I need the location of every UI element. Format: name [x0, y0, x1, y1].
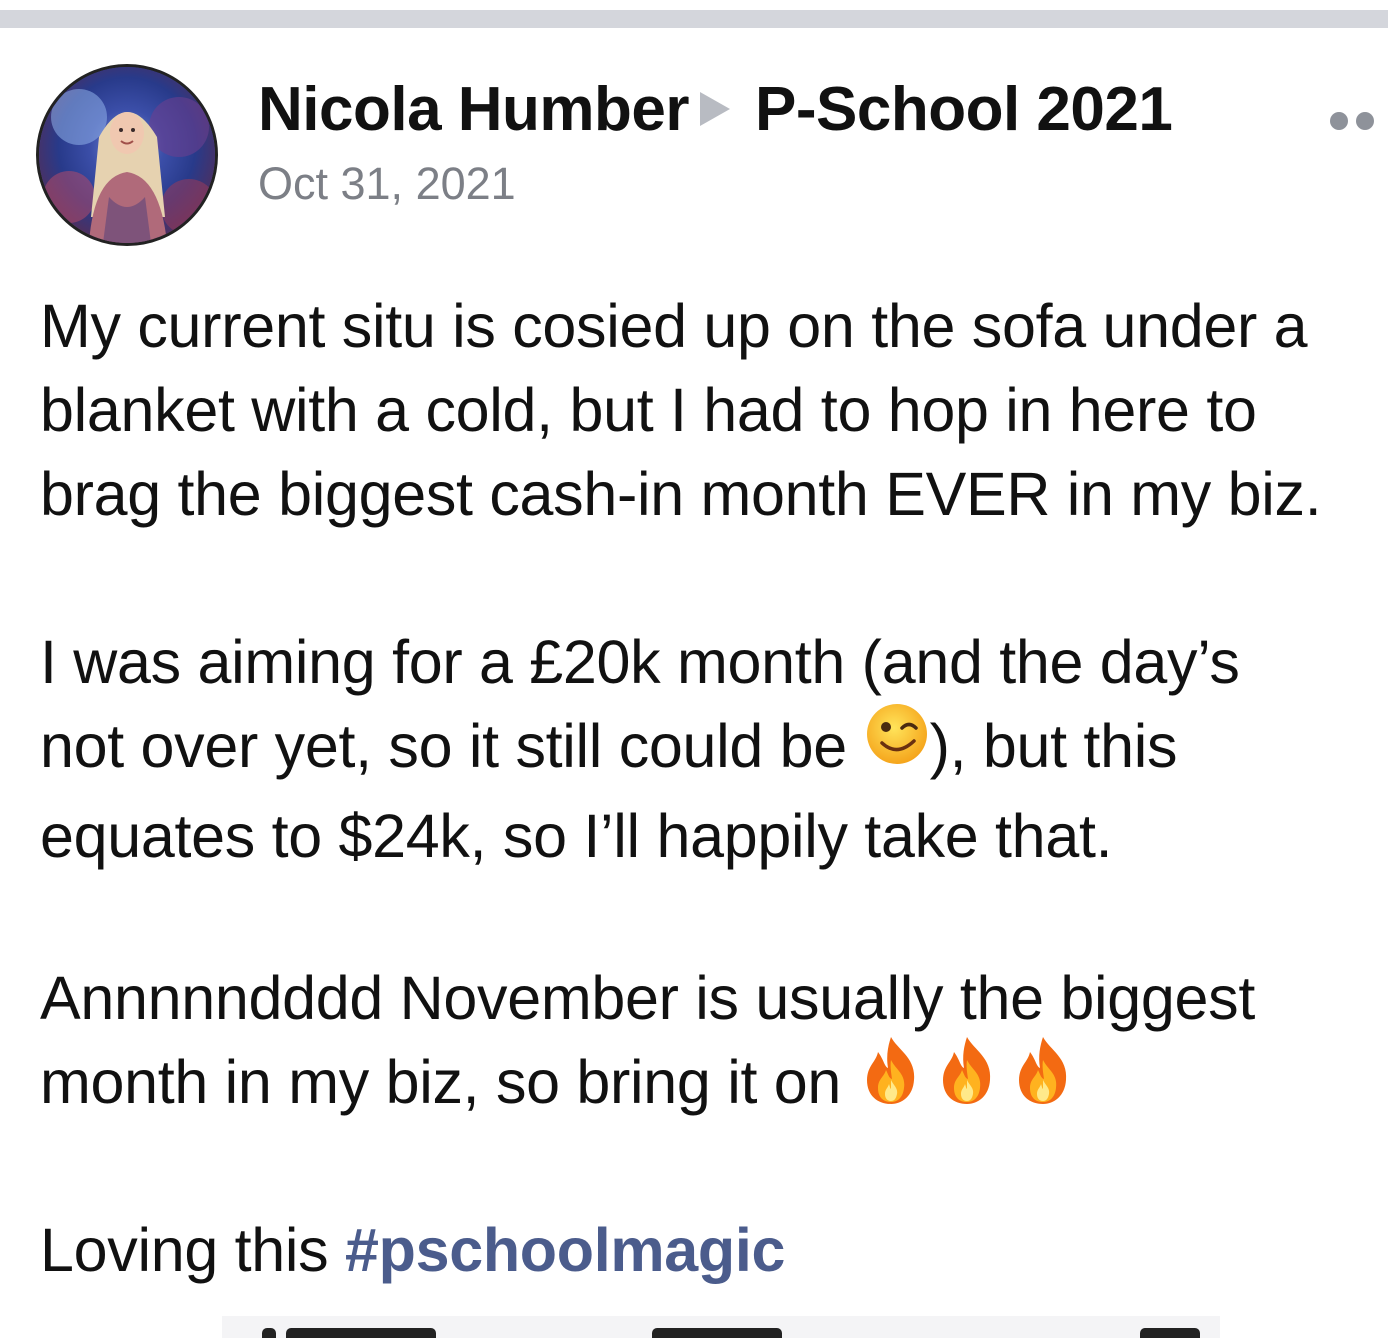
post-paragraph-1: My current situ is cosied up on the sofa…	[40, 284, 1385, 536]
fire-emoji-icon	[934, 1034, 1000, 1127]
text-fragment: not over yet, so it still could be	[40, 712, 864, 780]
attached-screenshot-preview[interactable]	[222, 1316, 1220, 1338]
text-line: Loving this #pschoolmagic	[40, 1208, 1385, 1292]
text-line: not over yet, so it still could be ), bu…	[40, 704, 1385, 794]
author-name[interactable]: Nicola Humber	[258, 74, 690, 146]
text-fragment: ), but this	[929, 712, 1178, 780]
signal-icon	[262, 1328, 276, 1338]
post-date[interactable]: Oct 31, 2021	[258, 158, 516, 210]
dot	[1356, 112, 1374, 130]
text-line: month in my biz, so bring it on	[40, 1037, 1385, 1133]
post-paragraph-3: Annnnndddd November is usually the bigge…	[40, 956, 1385, 1133]
fire-emoji-icon	[858, 1034, 924, 1127]
post-paragraph-4: Loving this #pschoolmagic	[40, 1208, 1385, 1292]
more-options-icon[interactable]	[1330, 108, 1380, 134]
text-line: My current situ is cosied up on the sofa…	[40, 292, 1308, 360]
text-fragment: month in my biz, so bring it on	[40, 1048, 858, 1116]
posted-in-arrow-icon	[700, 92, 730, 126]
text-line: brag the biggest cash-in month EVER in m…	[40, 460, 1322, 528]
text-fragment: Loving this	[40, 1216, 345, 1284]
dot	[1330, 112, 1348, 130]
top-divider-bar	[0, 10, 1388, 28]
text-line: equates to $24k, so I’ll happily take th…	[40, 802, 1113, 871]
text-line: Annnnndddd November is usually the bigge…	[40, 964, 1255, 1032]
post-paragraph-2: I was aiming for a £20k month (and the d…	[40, 620, 1385, 878]
group-name[interactable]: P-School 2021	[755, 74, 1173, 146]
status-bar-fragment	[286, 1328, 436, 1338]
fire-emoji-icon	[1010, 1034, 1076, 1127]
winking-face-emoji-icon	[864, 701, 930, 788]
status-bar-fragment	[652, 1328, 782, 1338]
text-line: I was aiming for a £20k month (and the d…	[40, 628, 1240, 696]
text-line: blanket with a cold, but I had to hop in…	[40, 376, 1257, 444]
battery-icon	[1140, 1328, 1200, 1338]
author-avatar[interactable]	[36, 64, 218, 246]
hashtag-link[interactable]: #pschoolmagic	[345, 1216, 785, 1284]
